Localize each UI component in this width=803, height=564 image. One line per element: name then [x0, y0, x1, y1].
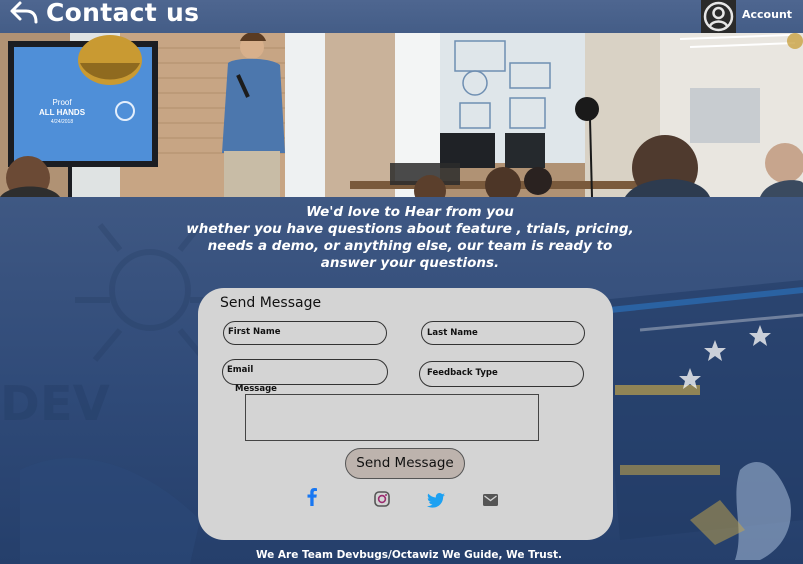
message-label: Message [235, 384, 277, 394]
feedback-type-select[interactable]: Feedback Type [419, 361, 584, 387]
tv-screen-text: ALL HANDS [39, 108, 86, 117]
back-arrow-icon[interactable] [8, 0, 40, 26]
send-message-button[interactable]: Send Message [345, 448, 465, 479]
intro-line: needs a demo, or anything else, our team… [207, 238, 613, 254]
message-textarea[interactable] [245, 394, 539, 441]
form-title: Send Message [220, 295, 322, 311]
footer-tagline: We Are Team Devbugs/Octawiz We Guide, We… [255, 549, 563, 561]
intro-line: whether you have questions about feature… [186, 221, 634, 237]
email-field[interactable]: Email [222, 359, 388, 385]
facebook-icon[interactable] [306, 488, 320, 506]
first-name-label: First Name [228, 327, 281, 337]
account-link[interactable]: Account [742, 8, 792, 21]
tv-screen-text: 4/24/2018 [51, 119, 73, 125]
first-name-field[interactable]: First Name [223, 321, 387, 345]
intro-line: answer your questions. [320, 255, 500, 271]
mail-icon[interactable] [483, 494, 498, 506]
account-avatar-icon[interactable] [701, 0, 736, 33]
email-label: Email [227, 365, 254, 375]
page-title: Contact us [46, 0, 200, 27]
contact-form-card: Send Message First Name Last Name Email … [198, 288, 613, 540]
tv-screen-text: Proof [52, 98, 72, 107]
twitter-icon[interactable] [427, 493, 445, 508]
intro-line: We'd love to Hear from you [306, 204, 514, 220]
hero-office-image: Proof ALL HANDS 4/24/2018 [0, 33, 803, 197]
last-name-label: Last Name [427, 328, 478, 338]
svg-text:DEV: DEV [0, 376, 110, 432]
instagram-icon[interactable] [374, 491, 390, 507]
last-name-field[interactable]: Last Name [421, 321, 585, 345]
intro-text: We'd love to Hear from you whether you h… [180, 204, 640, 272]
feedback-type-label: Feedback Type [427, 368, 498, 378]
